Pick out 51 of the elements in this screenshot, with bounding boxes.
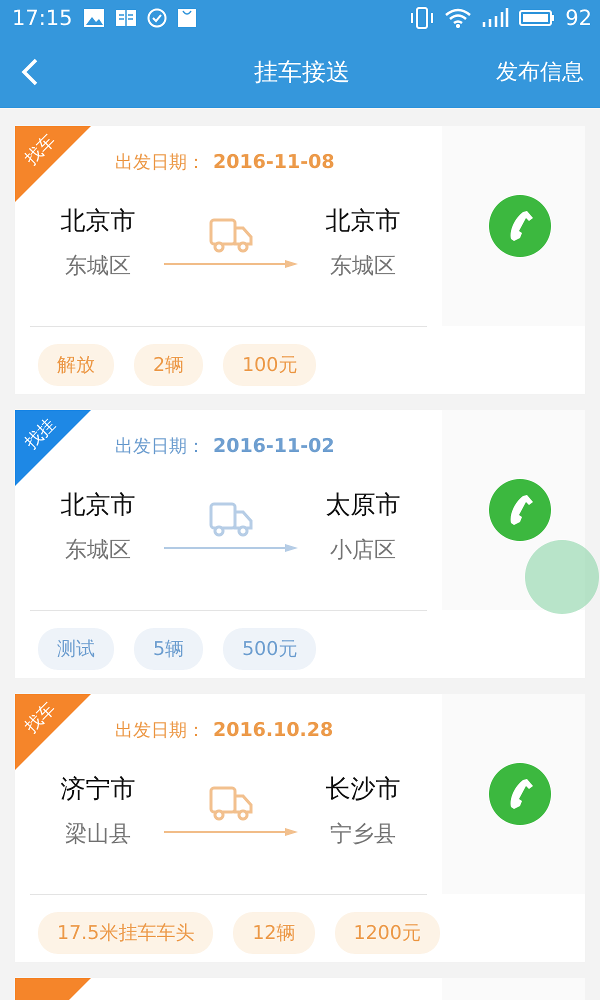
battery-level: 92 <box>565 6 592 30</box>
departure-date: 2016-11-02 <box>213 435 335 457</box>
origin-city: 北京市 <box>60 205 136 237</box>
category-label: 找车 <box>20 130 60 170</box>
destination-district: 东城区 <box>330 253 396 281</box>
image-icon <box>82 8 105 28</box>
date-label: 出发日期： <box>115 435 205 458</box>
listing-card[interactable]: 出发日期： 2016.10.28 济宁市 梁山县 长沙市 宁乡县 17.5米挂车车头 12辆 1200元 找车 <box>15 694 585 962</box>
arrow-icon <box>164 828 298 836</box>
info-tag: 100元 <box>223 344 316 386</box>
origin-city: 济宁市 <box>60 773 136 805</box>
vibrate-icon <box>409 7 436 29</box>
origin-district: 梁山县 <box>65 821 131 849</box>
category-label: 找车 <box>20 698 60 738</box>
listing-card[interactable]: 出发日期： 2016-11-02 北京市 东城区 太原市 小店区 测试 5辆 500元 找挂 <box>15 410 585 678</box>
truck-icon <box>208 218 252 254</box>
page-title: 挂车接送 <box>254 57 350 88</box>
truck-icon <box>208 502 252 538</box>
listing-card[interactable]: 出发日期： 2016-11-08 北京市 东城区 北京市 东城区 解放 2辆 100元 找车 <box>15 126 585 394</box>
origin-district: 东城区 <box>65 537 131 565</box>
battery-icon <box>519 8 556 28</box>
book-icon <box>114 8 137 28</box>
signal-icon <box>481 7 510 29</box>
destination-city: 北京市 <box>326 205 400 237</box>
truck-icon <box>208 786 252 822</box>
back-icon[interactable] <box>20 58 40 86</box>
departure-date: 2016.10.28 <box>213 719 334 741</box>
departure-date: 2016-11-08 <box>213 151 335 173</box>
date-label: 出发日期： <box>115 151 205 174</box>
info-tag: 2辆 <box>134 344 204 386</box>
info-tag: 5辆 <box>134 628 204 670</box>
origin-city: 北京市 <box>60 489 136 521</box>
check-circle-icon <box>146 8 167 28</box>
destination-city: 太原市 <box>326 489 400 521</box>
wifi-icon <box>445 8 472 28</box>
info-tag: 500元 <box>223 628 316 670</box>
info-tag: 17.5米挂车车头 <box>38 912 214 954</box>
clock: 17:15 <box>12 6 73 30</box>
info-tag: 解放 <box>38 344 114 386</box>
category-label: 找挂 <box>20 414 60 454</box>
origin-district: 东城区 <box>65 253 131 281</box>
date-label: 出发日期： <box>115 719 205 742</box>
arrow-icon <box>164 544 298 552</box>
bag-icon <box>176 8 197 28</box>
arrow-icon <box>164 260 298 268</box>
info-tag: 12辆 <box>233 912 314 954</box>
destination-city: 长沙市 <box>326 773 400 805</box>
info-tag: 测试 <box>38 628 114 670</box>
info-tag: 1200元 <box>334 912 440 954</box>
destination-district: 宁乡县 <box>330 821 396 849</box>
destination-district: 小店区 <box>330 537 396 565</box>
